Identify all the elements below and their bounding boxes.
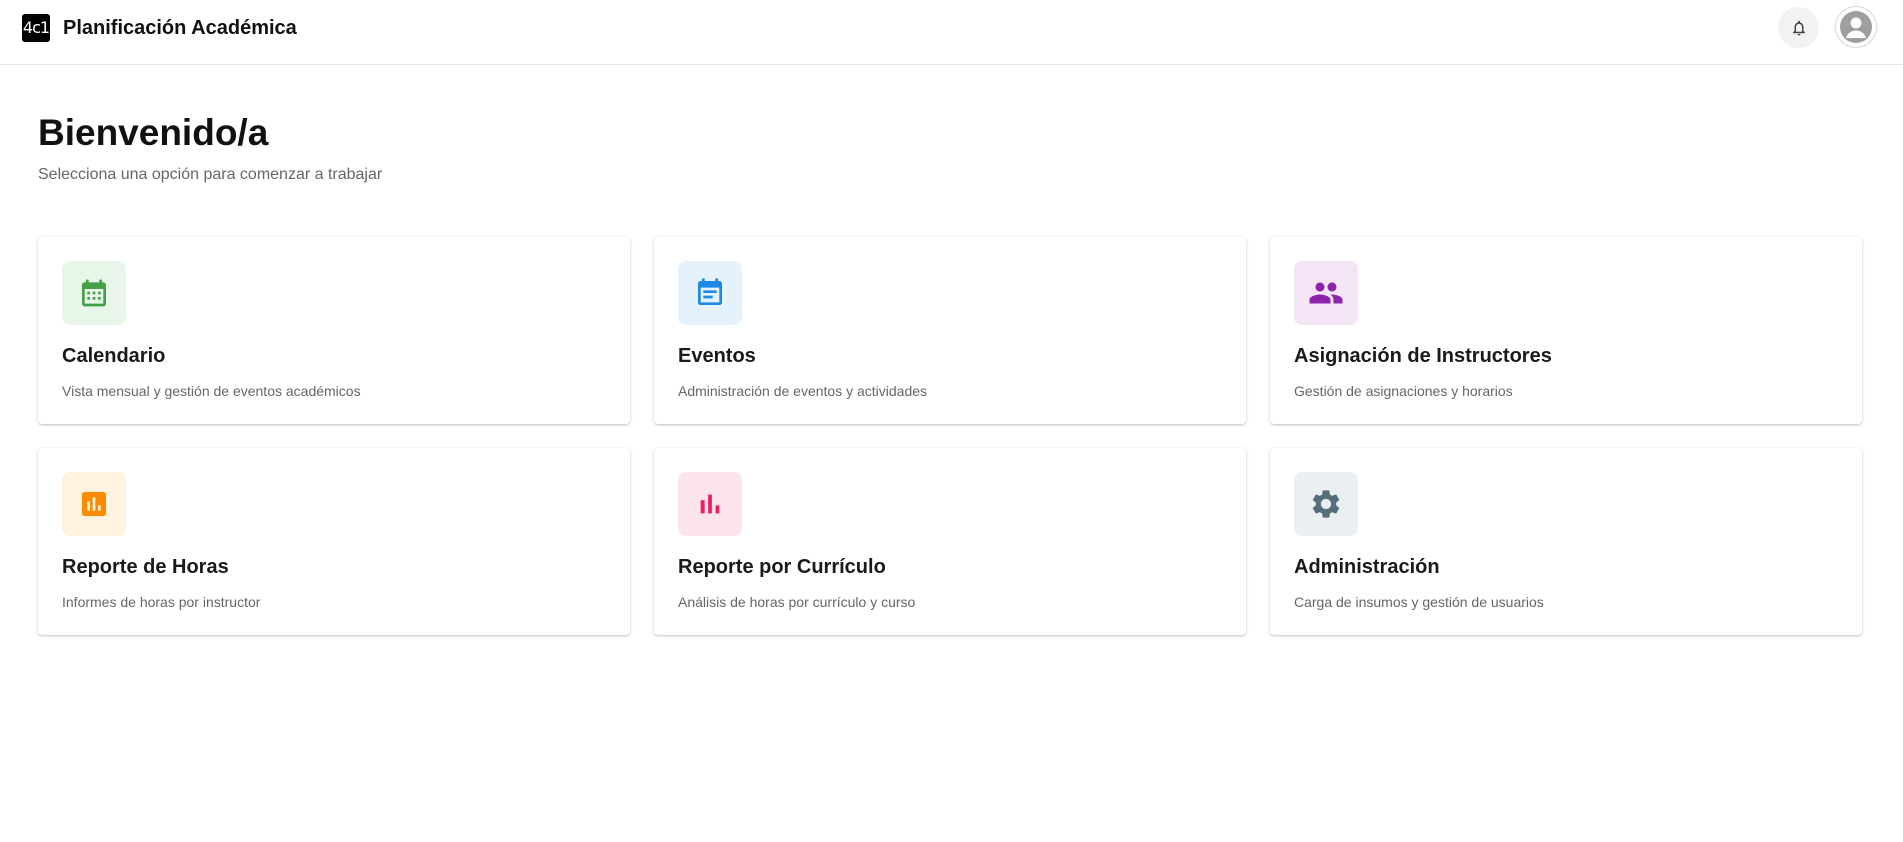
card-reporte-curriculo[interactable]: Reporte por Currículo Análisis de horas … [654,448,1246,635]
card-icon-container [678,472,742,536]
bell-icon [1792,20,1805,35]
assessment-icon [82,492,106,516]
card-calendario[interactable]: Calendario Vista mensual y gestión de ev… [38,237,630,424]
card-title: Reporte por Currículo [678,556,886,578]
app-title: Planificación Académica [63,16,297,39]
card-description: Carga de insumos y gestión de usuarios [1294,594,1544,610]
card-reporte-horas[interactable]: Reporte de Horas Informes de horas por i… [38,448,630,635]
card-icon-container [62,261,126,325]
card-title: Eventos [678,345,756,367]
card-title: Reporte de Horas [62,556,229,578]
notifications-button[interactable] [1778,7,1819,48]
gear-icon [1312,490,1340,518]
page-subtitle: Selecciona una opción para comenzar a tr… [38,166,383,183]
user-avatar-icon [1846,17,1866,38]
card-eventos[interactable]: Eventos Administración de eventos y acti… [654,237,1246,424]
card-description: Análisis de horas por currículo y curso [678,594,916,610]
card-title: Calendario [62,345,166,367]
brand[interactable]: 4c1 Planificación Académica [22,14,297,42]
avatar [1840,11,1872,43]
app-logo: 4c1 [22,14,50,42]
card-title: Administración [1294,556,1440,578]
module-grid: Calendario Vista mensual y gestión de ev… [38,237,1863,635]
card-icon-container [1294,472,1358,536]
card-title: Asignación de Instructores [1294,345,1552,367]
calendar-icon [82,279,106,307]
card-icon-container [1294,261,1358,325]
card-description: Informes de horas por instructor [62,594,261,610]
card-description: Vista mensual y gestión de eventos acadé… [62,383,361,399]
card-icon-container [62,472,126,536]
card-icon-container [678,261,742,325]
event-note-icon [698,278,722,305]
people-icon [1309,282,1343,304]
user-menu-button[interactable] [1835,6,1877,48]
app-bar: 4c1 Planificación Académica [0,0,1903,65]
card-asignacion-instructores[interactable]: Asignación de Instructores Gestión de as… [1270,237,1862,424]
card-description: Gestión de asignaciones y horarios [1294,383,1513,399]
card-description: Administración de eventos y actividades [678,383,928,399]
bar-chart-icon [700,494,720,514]
card-administracion[interactable]: Administración Carga de insumos y gestió… [1270,448,1862,635]
page-title: Bienvenido/a [38,112,269,153]
